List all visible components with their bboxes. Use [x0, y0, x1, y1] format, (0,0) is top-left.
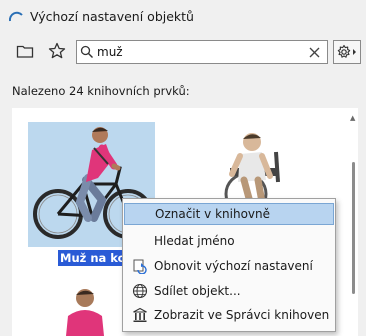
share-globe-icon: [132, 283, 148, 299]
result-count: Nalezeno 24 knihovních prvků:: [12, 84, 190, 98]
reset-icon: [133, 259, 147, 274]
toolbar: [0, 36, 366, 68]
window-title: Výchozí nastavení objektů: [30, 8, 194, 24]
gear-icon: [337, 44, 356, 58]
scrollbar-thumb[interactable]: [352, 162, 355, 294]
menu-item-label: Označit v knihovně: [155, 207, 270, 221]
clear-icon: [309, 47, 319, 57]
star-icon: [48, 42, 66, 59]
menu-item-show-in-library[interactable]: Označit v knihovně: [124, 203, 334, 225]
menu-item-show-in-library-manager[interactable]: Zobrazit ve Správci knihoven: [124, 304, 334, 326]
menu-item-reset-defaults[interactable]: Obnovit výchozí nastavení: [124, 255, 334, 277]
settings-menu-button[interactable]: [333, 40, 361, 64]
library-item-thumbnail[interactable]: [60, 286, 110, 336]
menu-item-label: Sdílet objekt...: [154, 284, 241, 298]
man-standing-image: [66, 289, 104, 336]
menu-item-share-object[interactable]: Sdílet objekt...: [124, 280, 334, 302]
menu-item-label: Zobrazit ve Správci knihoven: [154, 308, 330, 322]
title-bar: Výchozí nastavení objektů: [0, 0, 366, 32]
search-input[interactable]: [97, 45, 297, 59]
search-field[interactable]: [76, 40, 328, 64]
menu-item-label: Hledat jméno: [154, 234, 235, 248]
context-menu: Označit v knihovně Hledat jméno Obnovit …: [122, 198, 336, 332]
app-arc-icon: [8, 11, 23, 22]
library-manager-icon: [133, 307, 147, 322]
folder-button[interactable]: [14, 40, 36, 62]
menu-item-label: Obnovit výchozí nastavení: [154, 259, 313, 273]
scroll-up-arrow-icon[interactable]: ▲: [350, 114, 355, 122]
dropdown-arrow-icon: [353, 49, 356, 55]
folder-icon: [16, 45, 34, 58]
clear-search-button[interactable]: [307, 45, 321, 59]
search-icon: [77, 45, 97, 59]
favorites-button[interactable]: [46, 40, 68, 62]
menu-item-search-name[interactable]: Hledat jméno: [124, 230, 334, 252]
